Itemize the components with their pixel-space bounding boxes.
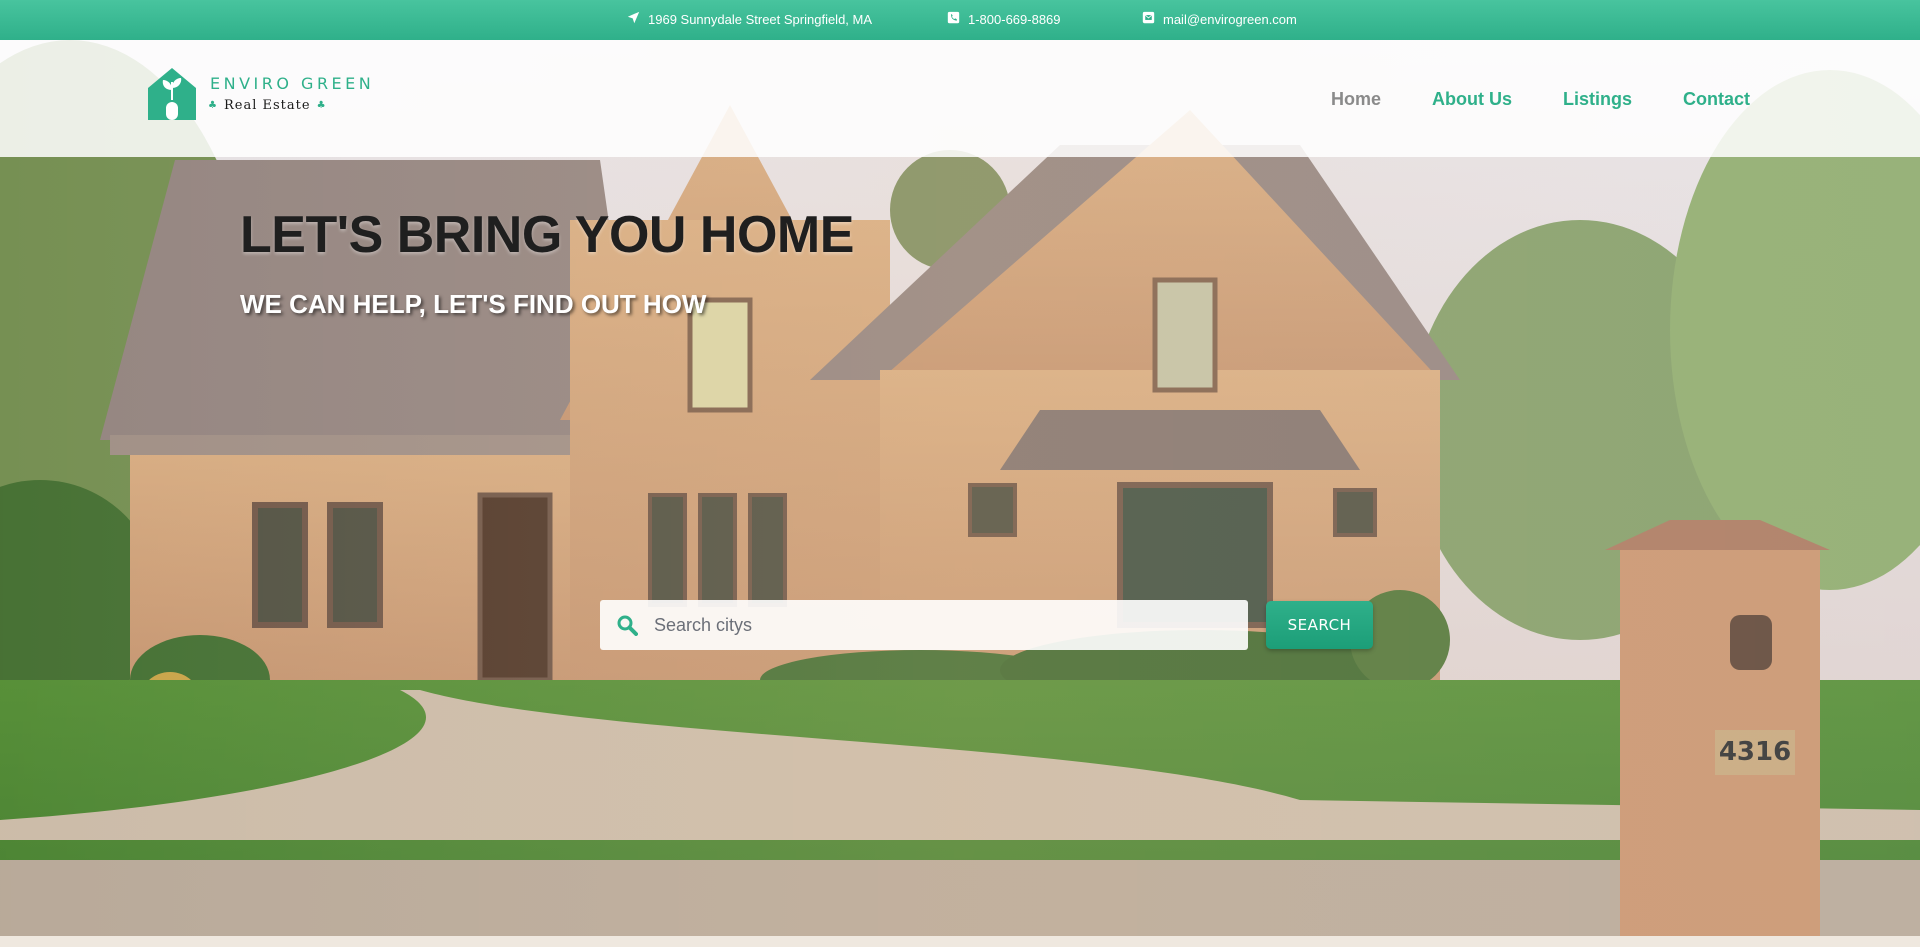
brand-name: ENVIRO GREEN [210,74,375,93]
brand-logo[interactable]: ENVIRO GREEN ♣ Real Estate ♣ [146,66,371,122]
hero-title: LET'S BRING YOU HOME [240,206,854,264]
hero-house-image: 4316 [0,40,1920,936]
nav-contact[interactable]: Contact [1683,89,1750,110]
hero-section: 4316 [0,40,1920,936]
phone-item[interactable]: 1-800-669-8869 [947,11,1061,27]
nav-home[interactable]: Home [1331,89,1381,110]
email-text: mail@envirogreen.com [1163,11,1297,27]
phone-square-icon [947,11,960,27]
city-search-box [600,600,1248,650]
page-bottom-strip [0,936,1920,947]
house-leaf-icon [148,68,196,120]
main-nav: Home About Us Listings Contact [1331,89,1750,110]
location-arrow-icon [627,11,640,27]
envelope-square-icon [1142,11,1155,27]
phone-text: 1-800-669-8869 [968,11,1061,27]
hero-subtitle: WE CAN HELP, LET'S FIND OUT HOW [240,289,707,319]
search-input[interactable] [654,614,1214,636]
nav-listings[interactable]: Listings [1563,89,1632,110]
site-header: ENVIRO GREEN ♣ Real Estate ♣ Home About … [0,40,1920,157]
top-contact-bar: 1969 Sunnydale Street Springfield, MA 1-… [0,0,1920,40]
nav-about-us[interactable]: About Us [1432,89,1512,110]
search-icon[interactable] [612,610,642,640]
search-button[interactable]: SEARCH [1266,601,1373,649]
email-item[interactable]: mail@envirogreen.com [1142,11,1297,27]
address-item: 1969 Sunnydale Street Springfield, MA [627,11,872,27]
brand-tagline: ♣ Real Estate ♣ [208,98,326,113]
brand-tagline-text: Real Estate [224,98,311,113]
leaf-left-icon: ♣ [208,100,218,111]
leaf-right-icon: ♣ [316,100,327,111]
address-text: 1969 Sunnydale Street Springfield, MA [648,11,873,27]
